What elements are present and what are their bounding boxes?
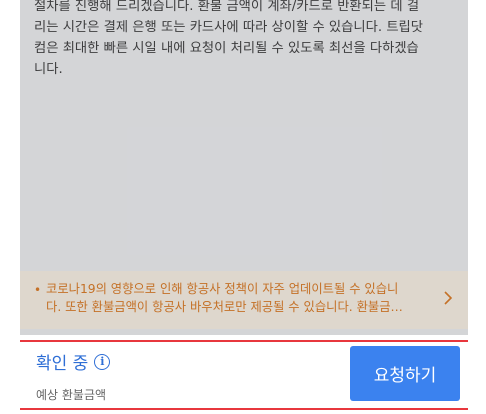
refund-screen: 절차를 진행해 드리겠습니다. 환불 금액이 계좌/카드로 반환되는 데 걸 리…	[20, 0, 468, 414]
refund-info-line: 절차를 진행해 드리겠습니다. 환불 금액이 계좌/카드로 반환되는 데 걸	[34, 0, 420, 14]
status-label: 확인 중	[36, 354, 89, 374]
refund-info-line: 리는 시간은 결제 은행 또는 카드사에 따라 상이할 수 있습니다. 트립닷	[34, 20, 424, 35]
notice-line: 다. 또한 환불금액이 항공사 바우처로만 제공될 수 있습니다. 환불금…	[46, 300, 403, 314]
covid-notice-banner[interactable]: • 코로나19의 영향으로 인해 항공사 정책이 자주 업데이트될 수 있습니 …	[20, 271, 468, 329]
right-margin	[468, 0, 486, 414]
notice-text: 코로나19의 영향으로 인해 항공사 정책이 자주 업데이트될 수 있습니 다.…	[46, 280, 442, 316]
refund-info-line: 컴은 최대한 빠른 시일 내에 요청이 처리될 수 있도록 최선을 다하겠습	[34, 41, 419, 56]
refund-status[interactable]: 확인 중 i	[36, 349, 111, 374]
expected-refund-label: 예상 환불금액	[36, 388, 107, 402]
content-area: 절차를 진행해 드리겠습니다. 환불 금액이 계좌/카드로 반환되는 데 걸 리…	[20, 0, 468, 335]
request-button[interactable]: 요청하기	[350, 346, 460, 401]
chevron-right-icon[interactable]	[442, 289, 454, 307]
bullet-icon: •	[34, 283, 42, 297]
refund-info-text: 절차를 진행해 드리겠습니다. 환불 금액이 계좌/카드로 반환되는 데 걸 리…	[34, 0, 454, 80]
refund-info-line: 니다.	[34, 62, 63, 77]
left-margin	[0, 0, 20, 414]
info-icon[interactable]: i	[94, 353, 111, 370]
notice-line: 코로나19의 영향으로 인해 항공사 정책이 자주 업데이트될 수 있습니	[46, 282, 399, 296]
